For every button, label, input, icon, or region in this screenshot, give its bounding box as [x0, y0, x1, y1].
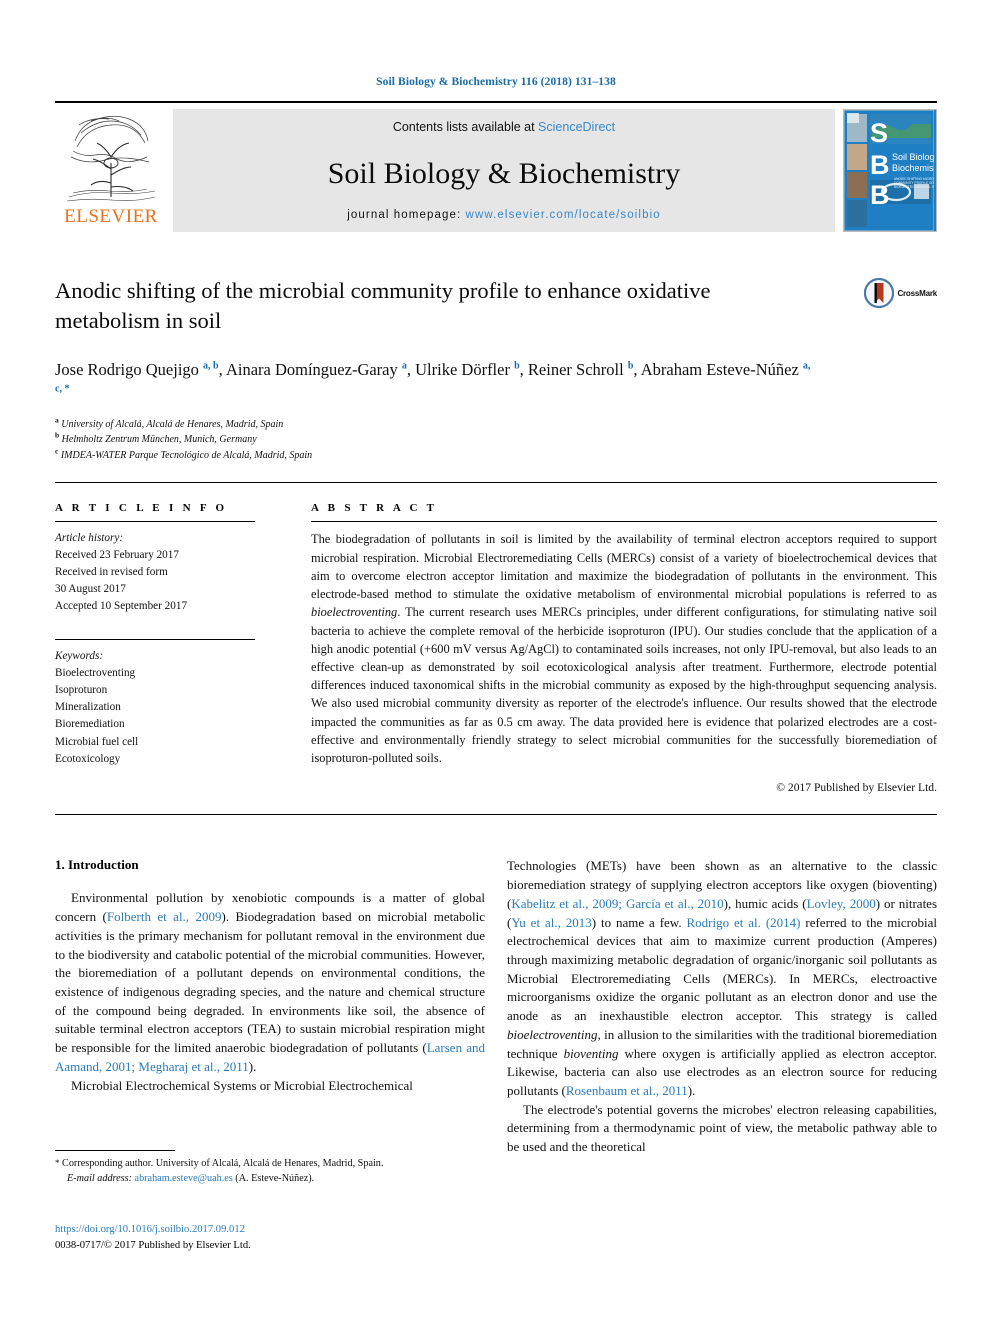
- article-info-column: A R T I C L E I N F O Article history: R…: [55, 502, 267, 794]
- running-head: Soil Biology & Biochemistry 116 (2018) 1…: [376, 76, 616, 88]
- section-heading-introduction: 1. Introduction: [55, 857, 139, 873]
- abstract-heading: A B S T R A C T: [311, 502, 438, 515]
- svg-text:B: B: [870, 180, 890, 210]
- homepage-prefix: journal homepage:: [347, 209, 466, 221]
- affiliation-mark: b: [55, 431, 60, 441]
- body-column-right: Technologies (METs) have been shown as a…: [507, 857, 937, 1157]
- homepage-url[interactable]: www.elsevier.com/locate/soilbio: [466, 209, 661, 221]
- paragraph: Environmental pollution by xenobiotic co…: [55, 890, 486, 1074]
- page-content: Soil Biology & Biochemistry 116 (2018) 1…: [55, 0, 937, 1157]
- paragraph: Microbial Electrochemical Systems or Mic…: [71, 1077, 413, 1093]
- keyword-item: Bioremediation: [55, 718, 125, 731]
- affiliation-list: a University of Alcalá, Alcalá de Henare…: [55, 415, 937, 464]
- email-label: E-mail address:: [67, 1173, 132, 1185]
- keywords-rule: [55, 639, 255, 641]
- abstract-text: The biodegradation of pollutants in soil…: [311, 532, 937, 766]
- svg-text:Soil Biology &: Soil Biology &: [892, 152, 934, 162]
- body-columns: 1. Introduction Environmental pollution …: [55, 857, 937, 1157]
- keywords-block: Keywords: Bioelectroventing Isoproturon …: [55, 639, 255, 767]
- issn-copyright-line: 0038-0717/© 2017 Published by Elsevier L…: [55, 1239, 251, 1251]
- keyword-item: Microbial fuel cell: [55, 735, 139, 748]
- contents-line: Contents lists available at ScienceDirec…: [393, 120, 615, 134]
- corresponding-email-link[interactable]: abraham.esteve@uah.es: [135, 1173, 233, 1184]
- paragraph: Technologies (METs) have been shown as a…: [507, 858, 938, 1099]
- abstract-column: A B S T R A C T The biodegradation of po…: [267, 502, 937, 794]
- affiliation-text: IMDEA-WATER Parque Tecnológico de Alcalá…: [60, 449, 313, 461]
- keyword-item: Ecotoxicology: [55, 752, 121, 765]
- svg-text:S: S: [870, 118, 888, 148]
- body-column-left: 1. Introduction Environmental pollution …: [55, 857, 485, 1157]
- affiliation-text: Helmholtz Zentrum München, Munich, Germa…: [61, 434, 257, 446]
- journal-banner: ELSEVIER Contents lists available at Sci…: [55, 109, 937, 232]
- affiliation-text: University of Alcalá, Alcalá de Henares,…: [61, 418, 284, 430]
- affiliation-mark: c: [55, 446, 59, 456]
- keyword-item: Mineralization: [55, 701, 121, 714]
- footnote-star: *: [55, 1158, 60, 1168]
- page-footer: https://doi.org/10.1016/j.soilbio.2017.0…: [55, 1222, 555, 1254]
- sciencedirect-link[interactable]: ScienceDirect: [538, 120, 615, 134]
- affiliation-mark: a: [55, 415, 59, 425]
- article-history-label: Article history:: [55, 532, 124, 545]
- header-rule: [55, 101, 937, 103]
- keyword-item: Isoproturon: [55, 684, 108, 697]
- paper-page: Soil Biology & Biochemistry 116 (2018) 1…: [0, 0, 992, 1323]
- abstract-bottom-rule: [55, 814, 937, 816]
- article-history-item: Received in revised form: [55, 566, 168, 579]
- abstract-copyright: © 2017 Published by Elsevier Ltd.: [776, 781, 937, 795]
- crossmark-label: CrossMark: [897, 288, 937, 298]
- journal-homepage-line: journal homepage: www.elsevier.com/locat…: [347, 209, 660, 221]
- elsevier-tree-icon: [66, 115, 156, 202]
- author-list: Jose Rodrigo Quejigo a, b, Ainara Domíng…: [55, 360, 811, 395]
- contents-prefix: Contents lists available at: [392, 120, 539, 134]
- page-title: Anodic shifting of the microbial communi…: [55, 278, 711, 333]
- banner-center: Contents lists available at ScienceDirec…: [173, 109, 835, 232]
- affiliation-item: a University of Alcalá, Alcalá de Henare…: [55, 415, 937, 433]
- footnote-corresponding: Corresponding author. University of Alca…: [62, 1158, 384, 1169]
- svg-text:Biochemistry: Biochemistry: [892, 163, 934, 173]
- crossmark-badge[interactable]: CrossMark: [864, 278, 937, 308]
- keywords-body: Keywords: Bioelectroventing Isoproturon …: [55, 648, 255, 767]
- svg-text:B: B: [870, 150, 890, 180]
- elsevier-wordmark: ELSEVIER: [64, 206, 158, 227]
- elsevier-logo: ELSEVIER: [55, 109, 167, 232]
- article-info-heading: A R T I C L E I N F O: [55, 502, 228, 515]
- article-history-item: Accepted 10 September 2017: [55, 600, 188, 613]
- affiliation-item: c IMDEA-WATER Parque Tecnológico de Alca…: [55, 446, 937, 464]
- title-block: Anodic shifting of the microbial communi…: [55, 276, 937, 338]
- footnote-text: * Corresponding author. University of Al…: [55, 1156, 485, 1187]
- crossmark-icon: [864, 278, 895, 308]
- footnote-email-line: E-mail address: abraham.esteve@uah.es (A…: [55, 1171, 485, 1186]
- journal-cover-art: S B B Soil Biology & Biochemistry ANODIC…: [844, 110, 936, 231]
- journal-title: Soil Biology & Biochemistry: [327, 156, 681, 190]
- keywords-label: Keywords:: [55, 650, 104, 663]
- footnote-rule: [55, 1150, 175, 1151]
- info-abstract-row: A R T I C L E I N F O Article history: R…: [55, 502, 937, 794]
- email-suffix: (A. Esteve-Núñez).: [235, 1173, 315, 1185]
- affiliation-item: b Helmholtz Zentrum München, Munich, Ger…: [55, 432, 937, 448]
- corresponding-author-footnote: * Corresponding author. University of Al…: [55, 1150, 485, 1187]
- svg-text:BIOELECTROCHEMICAL SYSTEM: BIOELECTROCHEMICAL SYSTEM: [894, 185, 934, 189]
- article-history-item: Received 23 February 2017: [55, 549, 179, 562]
- doi-link[interactable]: https://doi.org/10.1016/j.soilbio.2017.0…: [55, 1222, 555, 1238]
- abstract-rule: [311, 521, 937, 523]
- article-history-block: Article history: Received 23 February 20…: [55, 530, 255, 615]
- article-info-rule: [55, 521, 255, 523]
- keyword-item: Bioelectroventing: [55, 667, 136, 680]
- info-section-top-rule: [55, 482, 937, 484]
- journal-cover-thumbnail: S B B Soil Biology & Biochemistry ANODIC…: [843, 109, 937, 232]
- paragraph: The electrode's potential governs the mi…: [507, 1101, 937, 1155]
- article-history-item: 30 August 2017: [55, 583, 126, 596]
